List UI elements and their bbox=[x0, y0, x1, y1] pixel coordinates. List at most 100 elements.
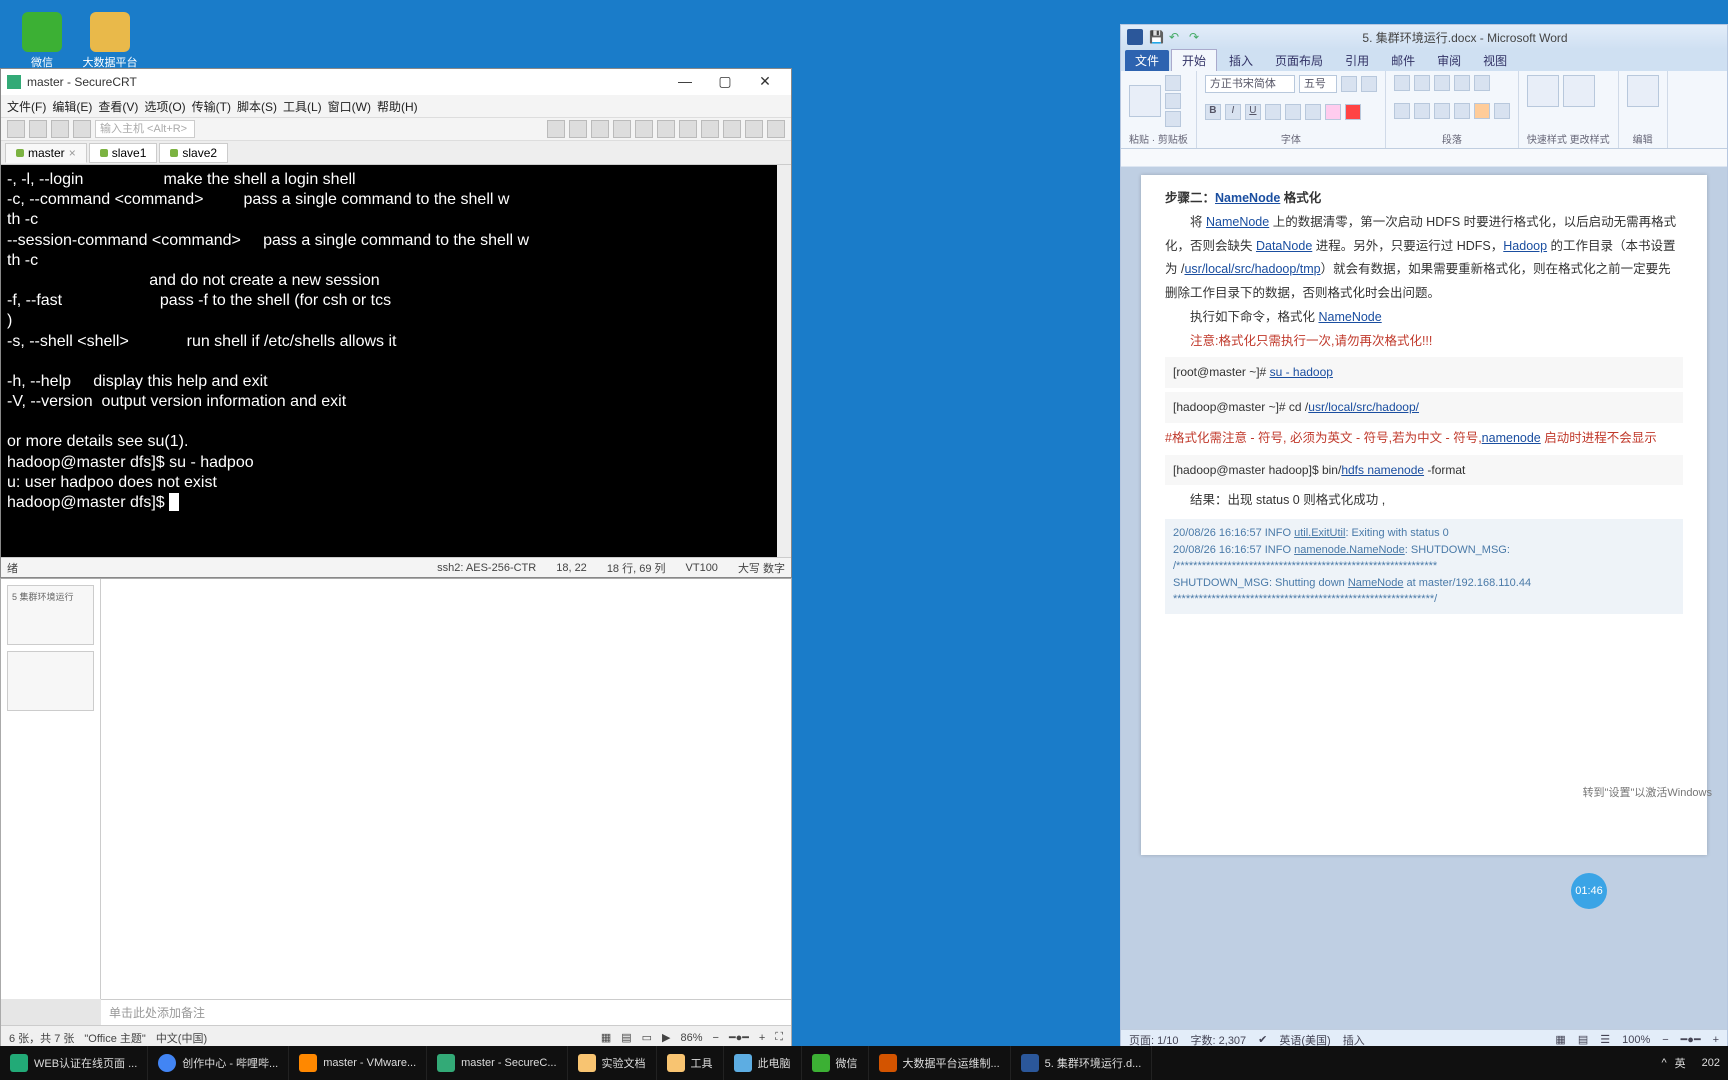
menu-view[interactable]: 查看(V) bbox=[98, 98, 138, 115]
view-reading-icon[interactable]: ▭ bbox=[642, 1031, 652, 1044]
bullets-icon[interactable] bbox=[1394, 75, 1410, 91]
menu-tools[interactable]: 工具(L) bbox=[283, 98, 322, 115]
minimize-button[interactable]: — bbox=[665, 70, 705, 94]
toolbar-button[interactable] bbox=[569, 120, 587, 138]
menu-options[interactable]: 选项(O) bbox=[144, 98, 185, 115]
toolbar-button[interactable] bbox=[701, 120, 719, 138]
copy-icon[interactable] bbox=[1165, 93, 1181, 109]
zoom-slider[interactable]: ━●━ bbox=[1681, 1033, 1701, 1046]
bold-icon[interactable]: B bbox=[1205, 104, 1221, 120]
menu-edit[interactable]: 编辑(E) bbox=[52, 98, 92, 115]
tab-references[interactable]: 引用 bbox=[1335, 50, 1379, 71]
quick-styles-icon[interactable] bbox=[1527, 75, 1559, 107]
taskbar-item[interactable]: 实验文档 bbox=[568, 1046, 657, 1080]
taskbar-item[interactable]: master - VMware... bbox=[289, 1046, 427, 1080]
slide-thumb[interactable]: 5 集群环境运行 bbox=[7, 585, 94, 645]
view-web-icon[interactable]: ▤ bbox=[1578, 1033, 1588, 1046]
grow-font-icon[interactable] bbox=[1341, 76, 1357, 92]
cut-icon[interactable] bbox=[1165, 75, 1181, 91]
shading-icon[interactable] bbox=[1474, 103, 1490, 119]
find-icon[interactable] bbox=[1627, 75, 1659, 107]
toolbar-button[interactable] bbox=[73, 120, 91, 138]
taskbar-item[interactable]: 大数据平台运维制... bbox=[869, 1046, 1011, 1080]
menu-transfer[interactable]: 传输(T) bbox=[192, 98, 231, 115]
zoom-slider[interactable]: ━●━ bbox=[729, 1031, 749, 1044]
decrease-indent-icon[interactable] bbox=[1454, 75, 1470, 91]
toolbar-button[interactable] bbox=[745, 120, 763, 138]
menu-script[interactable]: 脚本(S) bbox=[237, 98, 277, 115]
notes-pane[interactable]: 单击此处添加备注 bbox=[101, 999, 791, 1025]
ime-indicator[interactable]: 英 bbox=[1675, 1055, 1686, 1071]
toolbar-button[interactable] bbox=[7, 120, 25, 138]
italic-icon[interactable]: I bbox=[1225, 104, 1241, 120]
taskbar-item[interactable]: 工具 bbox=[657, 1046, 724, 1080]
toolbar-button[interactable] bbox=[657, 120, 675, 138]
close-button[interactable]: ✕ bbox=[745, 70, 785, 94]
toolbar-button[interactable] bbox=[613, 120, 631, 138]
strike-icon[interactable] bbox=[1265, 104, 1281, 120]
fit-icon[interactable]: ⛶ bbox=[775, 1031, 783, 1044]
font-name-select[interactable]: 方正书宋简体 bbox=[1205, 75, 1295, 93]
tab-file[interactable]: 文件 bbox=[1125, 50, 1169, 71]
zoom-out-icon[interactable]: − bbox=[713, 1032, 719, 1044]
increase-indent-icon[interactable] bbox=[1474, 75, 1490, 91]
close-icon[interactable]: × bbox=[69, 146, 76, 160]
maximize-button[interactable]: ▢ bbox=[705, 70, 745, 94]
tab-slave1[interactable]: slave1 bbox=[89, 143, 158, 163]
zoom-out-icon[interactable]: − bbox=[1662, 1034, 1668, 1046]
justify-icon[interactable] bbox=[1454, 103, 1470, 119]
view-print-icon[interactable]: ▦ bbox=[1555, 1033, 1565, 1046]
taskbar-item[interactable]: 微信 bbox=[802, 1046, 869, 1080]
font-color-icon[interactable] bbox=[1345, 104, 1361, 120]
toolbar-button[interactable] bbox=[547, 120, 565, 138]
scrollbar[interactable] bbox=[777, 165, 791, 557]
toolbar-button[interactable] bbox=[679, 120, 697, 138]
align-right-icon[interactable] bbox=[1434, 103, 1450, 119]
taskbar-item[interactable]: 此电脑 bbox=[724, 1046, 802, 1080]
toolbar-button[interactable] bbox=[29, 120, 47, 138]
taskbar-item[interactable]: WEB认证在线页面 ... bbox=[0, 1046, 148, 1080]
subscript-icon[interactable] bbox=[1285, 104, 1301, 120]
terminal-output[interactable]: -, -l, --login make the shell a login sh… bbox=[1, 165, 791, 557]
tab-master[interactable]: master× bbox=[5, 143, 87, 163]
tab-mailings[interactable]: 邮件 bbox=[1381, 50, 1425, 71]
zoom-in-icon[interactable]: + bbox=[1713, 1034, 1719, 1046]
shrink-font-icon[interactable] bbox=[1361, 76, 1377, 92]
underline-icon[interactable]: U bbox=[1245, 104, 1261, 120]
tab-home[interactable]: 开始 bbox=[1171, 49, 1217, 71]
host-input[interactable]: 输入主机 <Alt+R> bbox=[95, 120, 195, 138]
align-center-icon[interactable] bbox=[1414, 103, 1430, 119]
paste-icon[interactable] bbox=[1129, 85, 1161, 117]
numbering-icon[interactable] bbox=[1414, 75, 1430, 91]
view-outline-icon[interactable]: ☰ bbox=[1600, 1033, 1610, 1046]
undo-icon[interactable]: ↶ bbox=[1169, 30, 1183, 44]
view-normal-icon[interactable]: ▦ bbox=[601, 1031, 611, 1044]
zoom-in-icon[interactable]: + bbox=[759, 1032, 765, 1044]
highlight-icon[interactable] bbox=[1325, 104, 1341, 120]
borders-icon[interactable] bbox=[1494, 103, 1510, 119]
multilevel-icon[interactable] bbox=[1434, 75, 1450, 91]
slide-canvas[interactable] bbox=[101, 579, 791, 999]
taskbar-item[interactable]: master - SecureC... bbox=[427, 1046, 567, 1080]
menu-file[interactable]: 文件(F) bbox=[7, 98, 46, 115]
save-icon[interactable]: 💾 bbox=[1149, 30, 1163, 44]
tray-up-icon[interactable]: ^ bbox=[1661, 1057, 1666, 1069]
align-left-icon[interactable] bbox=[1394, 103, 1410, 119]
clock[interactable]: 202 bbox=[1702, 1057, 1720, 1069]
view-sorter-icon[interactable]: ▤ bbox=[621, 1031, 631, 1044]
menu-window[interactable]: 窗口(W) bbox=[328, 98, 371, 115]
proofing-icon[interactable]: ✔ bbox=[1258, 1033, 1267, 1046]
superscript-icon[interactable] bbox=[1305, 104, 1321, 120]
menu-help[interactable]: 帮助(H) bbox=[377, 98, 418, 115]
tab-insert[interactable]: 插入 bbox=[1219, 50, 1263, 71]
toolbar-button[interactable] bbox=[591, 120, 609, 138]
tab-view[interactable]: 视图 bbox=[1473, 50, 1517, 71]
tab-layout[interactable]: 页面布局 bbox=[1265, 50, 1333, 71]
toolbar-button[interactable] bbox=[723, 120, 741, 138]
tab-review[interactable]: 审阅 bbox=[1427, 50, 1471, 71]
toolbar-button[interactable] bbox=[51, 120, 69, 138]
view-slideshow-icon[interactable]: ▶ bbox=[662, 1031, 670, 1044]
word-document-area[interactable]: 步骤二：NameNode 格式化 将 NameNode 上的数据清零，第一次启动… bbox=[1121, 167, 1727, 1029]
toolbar-button[interactable] bbox=[635, 120, 653, 138]
slide-thumbnails[interactable]: 5 集群环境运行 bbox=[1, 579, 101, 999]
